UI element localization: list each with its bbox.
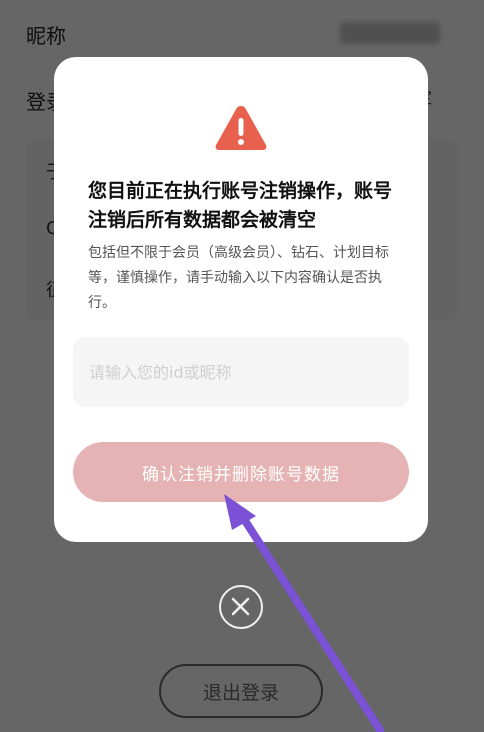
dialog-title: 您目前正在执行账号注销操作，账号注销后所有数据都会被清空 [88,180,393,231]
close-icon [231,597,250,616]
account-deletion-dialog: 您目前正在执行账号注销操作，账号注销后所有数据都会被清空 包括但不限于会员（高级… [54,57,428,542]
id-or-nickname-input[interactable] [73,337,409,407]
dialog-description: 包括但不限于会员（高级会员）、钻石、计划目标等，谨慎操作，请手动输入以下内容确认… [88,245,389,311]
close-dialog-button[interactable] [219,585,263,629]
confirm-delete-account-button[interactable]: 确认注销并删除账号数据 [73,442,409,502]
warning-triangle-icon [215,106,267,150]
logout-button[interactable]: 退出登录 [159,664,323,718]
